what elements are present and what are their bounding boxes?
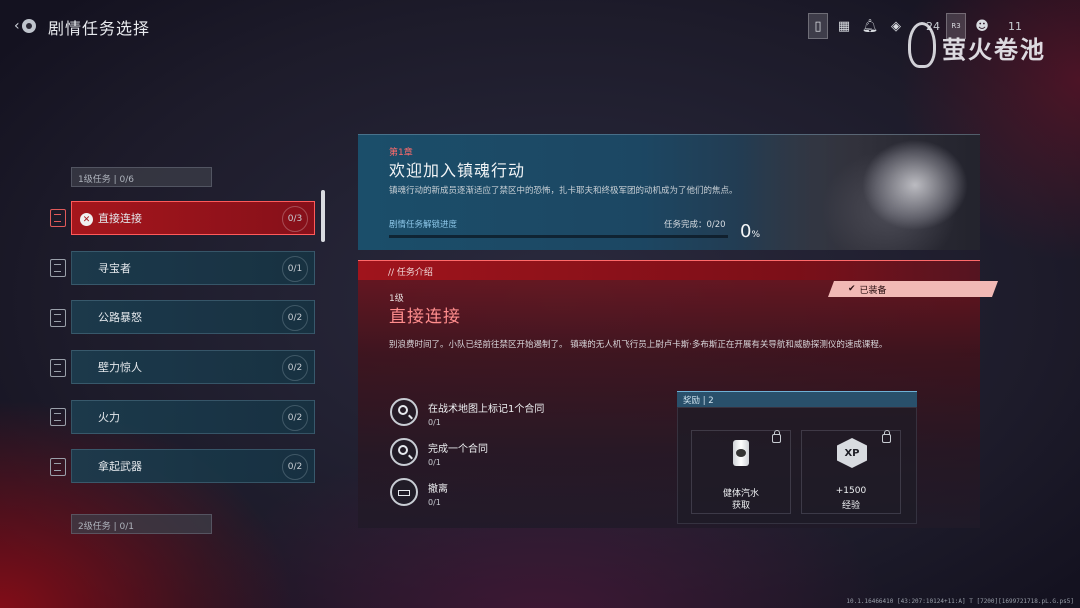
mission-list-scrollbar[interactable] <box>321 190 325 242</box>
mission-name: 直接连接 <box>98 212 142 225</box>
back-button[interactable]: ‹ <box>14 16 40 36</box>
mission-name: 火力 <box>98 411 120 424</box>
mission-name: 壁力惊人 <box>98 361 142 374</box>
mission-count: 0/2 <box>282 305 308 331</box>
mission-name: 公路暴怒 <box>98 311 142 324</box>
mission-count: 0/2 <box>282 405 308 431</box>
chapter-panel: 第1章 欢迎加入镇魂行动 镇魂行动的新成员逐渐适应了禁区中的恐怖，扎卡耶夫和终极… <box>358 134 980 250</box>
mission-item-wall-power[interactable]: 壁力惊人 0/2 <box>71 350 315 384</box>
reward-card-xp[interactable]: XP +1500 经验 <box>801 430 901 514</box>
mission-count: 0/1 <box>282 256 308 282</box>
lock-icon <box>882 430 891 443</box>
intro-header: // 任务介绍 <box>358 260 980 280</box>
group-label-level2: 2级任务 | 0/1 <box>71 514 212 534</box>
progress-count: 任务完成：0/20 <box>664 220 726 230</box>
mission-count: 0/3 <box>282 206 308 232</box>
grid-icon[interactable]: ▦ <box>834 13 854 39</box>
mission-description: 别浪费时间了。小队已经前往禁区开始遏制了。 镇魂的无人机飞行员上尉卢卡斯·多布斯… <box>389 340 888 350</box>
soda-can-icon <box>733 440 749 466</box>
chevron-left-icon: ‹ <box>14 18 20 34</box>
objective-name: 撤离 <box>428 484 448 495</box>
mission-doc-icon <box>50 359 66 377</box>
reward-sub: 经验 <box>841 501 860 511</box>
objective-progress: 0/1 <box>428 498 441 507</box>
objective-progress: 0/1 <box>428 418 441 427</box>
reward-sub: 获取 <box>731 501 750 511</box>
page-title: 剧情任务选择 <box>48 19 151 38</box>
build-string: 10.1.16466410 [43:207:10124+11:A] T [720… <box>846 598 1074 605</box>
reward-card-soda[interactable]: 健体汽水 获取 <box>691 430 791 514</box>
watermark: 萤火卷池 <box>902 22 1046 72</box>
mission-item-take-up-arms[interactable]: 拿起武器 0/2 <box>71 449 315 483</box>
checkmark-icon: ✔ <box>848 284 856 294</box>
reward-header: 奖励 | 2 <box>677 391 917 407</box>
watermark-text: 萤火卷池 <box>942 34 1046 64</box>
objective-progress: 0/1 <box>428 458 441 467</box>
mission-doc-icon <box>50 209 66 227</box>
mission-doc-icon <box>50 259 66 277</box>
mission-item-road-rage[interactable]: 公路暴怒 0/2 <box>71 300 315 334</box>
reward-name: +1500 <box>835 486 867 496</box>
mission-count: 0/2 <box>282 454 308 480</box>
progress-label: 剧情任务解锁进度 <box>389 220 458 230</box>
mission-item-direct-connection[interactable]: ✕ 直接连接 0/3 <box>71 201 315 235</box>
exfil-icon <box>390 478 418 506</box>
mission-name: 寻宝者 <box>98 262 131 275</box>
mission-item-firepower[interactable]: 火力 0/2 <box>71 400 315 434</box>
group-label-level1: 1级任务 | 0/6 <box>71 167 212 187</box>
mission-name: 拿起武器 <box>98 460 142 473</box>
equipped-label: 已装备 <box>859 285 887 296</box>
chapter-title: 欢迎加入镇魂行动 <box>389 161 526 180</box>
back-icon <box>21 19 36 33</box>
chapter-description: 镇魂行动的新成员逐渐适应了禁区中的恐怖，扎卡耶夫和终极军团的动机成为了他们的焦点… <box>389 186 738 196</box>
watermark-logo-icon <box>902 22 936 72</box>
mission-doc-icon <box>50 408 66 426</box>
mission-count: 0/2 <box>282 355 308 381</box>
lock-icon <box>772 430 781 443</box>
mission-title: 直接连接 <box>389 307 461 327</box>
objective-item: 在战术地图上标记1个合同 0/1 <box>390 398 544 427</box>
mission-doc-icon <box>50 458 66 476</box>
chapter-character-art <box>740 135 980 250</box>
controller-icon[interactable]: ▯ <box>808 13 828 39</box>
objective-name: 完成一个合同 <box>428 444 488 455</box>
equipped-badge: ✔ 已装备 <box>828 281 998 297</box>
mission-doc-icon <box>50 309 66 327</box>
notification-bell-icon[interactable]: 🔔︎ <box>860 13 880 39</box>
objective-item: 完成一个合同 0/1 <box>390 438 488 467</box>
close-icon: ✕ <box>80 213 93 226</box>
magnifier-icon <box>390 398 418 426</box>
objective-name: 在战术地图上标记1个合同 <box>428 404 545 415</box>
progress-track <box>389 235 728 238</box>
objective-item: 撤离 0/1 <box>390 478 448 507</box>
mission-item-treasure-hunter[interactable]: 寻宝者 0/1 <box>71 251 315 285</box>
magnifier-icon <box>390 438 418 466</box>
progress-percent: 0% <box>740 221 761 242</box>
